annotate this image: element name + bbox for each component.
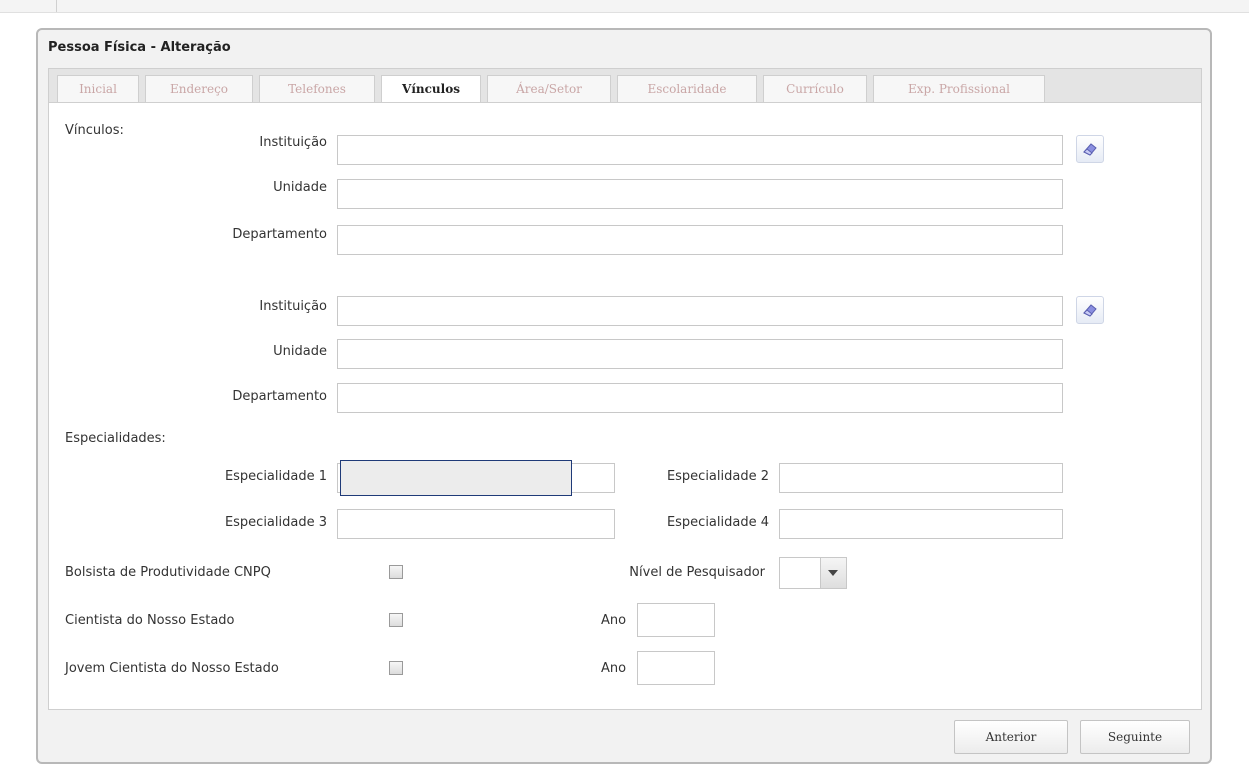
unidade-label-2: Unidade: [273, 344, 327, 359]
tab-content-vinculos: Vínculos: Instituição Unidade Departamen…: [48, 102, 1202, 710]
departamento-input-2[interactable]: [337, 383, 1063, 413]
instituicao-label-1: Instituição: [259, 135, 327, 150]
tab-telefones[interactable]: Telefones: [259, 75, 375, 103]
nivel-pesquisador-label: Nível de Pesquisador: [629, 565, 765, 580]
unidade-input-2[interactable]: [337, 339, 1063, 369]
especialidade-2-label: Especialidade 2: [666, 469, 769, 484]
especialidade-2-input[interactable]: [779, 463, 1063, 493]
especialidade-4-label: Especialidade 4: [666, 515, 769, 530]
vinculos-section-label: Vínculos:: [65, 123, 124, 138]
especialidade-1-field: [337, 460, 615, 496]
bolsista-cnpq-checkbox[interactable]: [389, 565, 403, 579]
dialog-title: Pessoa Física - Alteração: [48, 40, 231, 55]
cientista-estado-label: Cientista do Nosso Estado: [65, 613, 235, 628]
instituicao-label-2: Instituição: [259, 299, 327, 314]
ano-input-2[interactable]: [637, 651, 715, 685]
tab-escolaridade[interactable]: Escolaridade: [617, 75, 757, 103]
ano-label-2: Ano: [601, 661, 627, 676]
bolsista-cnpq-label: Bolsista de Produtividade CNPQ: [65, 565, 271, 580]
tab-exp-profissional[interactable]: Exp. Profissional: [873, 75, 1045, 103]
especialidades-section-label: Especialidades:: [65, 431, 166, 446]
especialidade-1-label: Especialidade 1: [224, 469, 327, 484]
tab-endereco[interactable]: Endereço: [145, 75, 253, 103]
seguinte-button[interactable]: Seguinte: [1080, 720, 1190, 754]
instituicao-input-2[interactable]: [337, 296, 1063, 326]
top-strip-divider: [56, 0, 57, 12]
tab-inicial[interactable]: Inicial: [57, 75, 139, 103]
jovem-cientista-label: Jovem Cientista do Nosso Estado: [65, 661, 279, 676]
departamento-label-1: Departamento: [232, 227, 327, 242]
clear-instituicao-2-button[interactable]: [1076, 296, 1104, 324]
especialidade-3-label: Especialidade 3: [224, 515, 327, 530]
tab-area-setor[interactable]: Área/Setor: [487, 75, 611, 103]
especialidade-3-input[interactable]: [337, 509, 615, 539]
chevron-down-icon: [828, 570, 838, 576]
especialidade-1-input[interactable]: [340, 460, 572, 496]
dropdown-button[interactable]: [820, 558, 846, 588]
tab-bar: Inicial Endereço Telefones Vínculos Área…: [48, 68, 1202, 105]
nivel-pesquisador-value: [780, 558, 824, 588]
tab-vinculos[interactable]: Vínculos: [381, 75, 481, 105]
anterior-button[interactable]: Anterior: [954, 720, 1068, 754]
cientista-estado-checkbox[interactable]: [389, 613, 403, 627]
tab-curriculo[interactable]: Currículo: [763, 75, 867, 103]
departamento-input-1[interactable]: [337, 225, 1063, 255]
top-strip: [0, 0, 1249, 13]
unidade-label-1: Unidade: [273, 180, 327, 195]
instituicao-input-1[interactable]: [337, 135, 1063, 165]
jovem-cientista-checkbox[interactable]: [389, 661, 403, 675]
eraser-icon: [1083, 143, 1097, 156]
ano-label-1: Ano: [601, 613, 627, 628]
nivel-pesquisador-select[interactable]: [779, 557, 847, 589]
ano-input-1[interactable]: [637, 603, 715, 637]
clear-instituicao-1-button[interactable]: [1076, 135, 1104, 163]
departamento-label-2: Departamento: [232, 389, 327, 404]
especialidade-4-input[interactable]: [779, 509, 1063, 539]
eraser-icon: [1083, 304, 1097, 317]
unidade-input-1[interactable]: [337, 179, 1063, 209]
dialog-panel: Pessoa Física - Alteração Inicial Endere…: [36, 28, 1212, 764]
